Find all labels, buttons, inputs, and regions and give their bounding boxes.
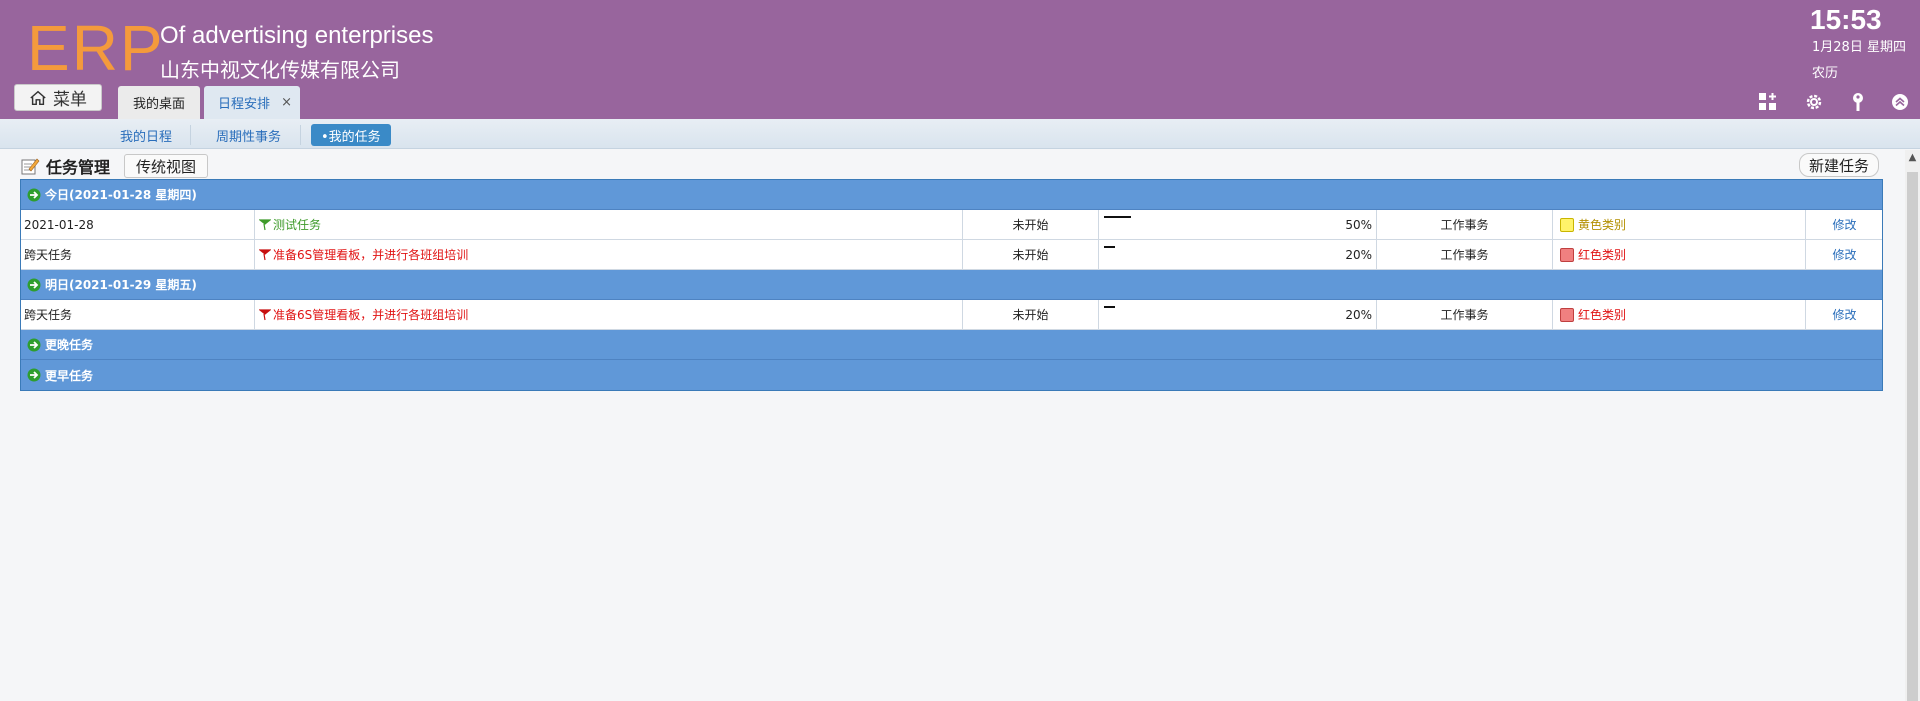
progress-bar [1104, 246, 1115, 248]
scrollbar-thumb[interactable] [1907, 172, 1918, 701]
tab-label: 日程安排 [218, 97, 271, 112]
task-category-cell: 黄色类别 [1553, 210, 1806, 239]
sub-navigation: 我的日程 周期性事务 •我的任务 [0, 119, 1920, 149]
task-progress-text: 20% [1345, 307, 1372, 322]
app-header: ERP Of advertising enterprises 山东中视文化传媒有… [0, 0, 1920, 119]
close-icon[interactable]: × [281, 95, 292, 110]
arrow-right-icon [27, 338, 41, 351]
grid-add-icon[interactable] [1756, 90, 1780, 114]
menu-button[interactable]: 菜单 [14, 84, 102, 111]
task-name[interactable]: 准备6S管理看板，并进行各班组培训 [273, 246, 468, 263]
task-type: 工作事务 [1377, 210, 1553, 239]
edit-link-cell: 修改 [1806, 240, 1883, 269]
vertical-scrollbar[interactable]: ▲ [1905, 150, 1920, 701]
gear-icon[interactable] [1802, 90, 1826, 114]
subnav-my-schedule[interactable]: 我的日程 [120, 124, 172, 146]
date-display: 1月28日 星期四 [1812, 40, 1906, 55]
separator [190, 125, 191, 145]
lunar-calendar[interactable]: 农历 [1812, 62, 1838, 81]
app-logo: ERP [27, 12, 165, 84]
subnav-my-tasks[interactable]: •我的任务 [311, 124, 391, 146]
task-name-cell[interactable]: 准备6S管理看板，并进行各班组培训 [255, 300, 963, 329]
group-header-later[interactable]: 更晚任务 [21, 330, 1882, 360]
arrow-right-icon [27, 188, 41, 201]
category-color-swatch [1560, 307, 1574, 322]
edit-link-cell: 修改 [1806, 210, 1883, 239]
tab-schedule[interactable]: 日程安排 × [204, 86, 300, 119]
task-category: 红色类别 [1578, 248, 1627, 262]
category-color-swatch [1560, 247, 1574, 262]
task-date: 2021-01-28 [21, 210, 255, 239]
group-header-tomorrow[interactable]: 明日(2021-01-29 星期五) [21, 270, 1882, 300]
subnav-recurring-tasks[interactable]: 周期性事务 [216, 124, 281, 146]
edit-link[interactable]: 修改 [1832, 216, 1856, 233]
clock: 15:53 [1810, 4, 1882, 35]
main-content: 任务管理 传统视图 新建任务 今日(2021-01-28 星期四) 2021-0… [0, 150, 1905, 701]
progress-bar [1104, 306, 1115, 308]
group-label: 今日(2021-01-28 星期四) [45, 188, 197, 202]
company-name-en: Of advertising enterprises [160, 22, 434, 49]
task-name-cell[interactable]: 测试任务 [255, 210, 963, 239]
task-status: 未开始 [963, 300, 1099, 329]
group-header-today[interactable]: 今日(2021-01-28 星期四) [21, 180, 1882, 210]
task-category-cell: 红色类别 [1553, 240, 1806, 269]
task-progress-text: 20% [1345, 247, 1372, 262]
task-progress-text: 50% [1345, 217, 1372, 232]
edit-link-cell: 修改 [1806, 300, 1883, 329]
task-progress-cell: 50% [1099, 210, 1377, 239]
arrow-right-icon [27, 278, 41, 291]
page-title-row: 任务管理 传统视图 [20, 153, 209, 179]
task-status: 未开始 [963, 240, 1099, 269]
page-title: 任务管理 [46, 158, 111, 177]
task-category: 红色类别 [1578, 308, 1627, 322]
task-name-cell[interactable]: 准备6S管理看板，并进行各班组培训 [255, 240, 963, 269]
new-task-button[interactable]: 新建任务 [1799, 153, 1880, 177]
tab-my-desktop[interactable]: 我的桌面 [118, 86, 200, 119]
task-date: 跨天任务 [21, 300, 255, 329]
key-icon[interactable] [1846, 90, 1870, 114]
edit-note-icon [21, 158, 40, 175]
task-type: 工作事务 [1377, 300, 1553, 329]
table-row: 2021-01-28 测试任务 未开始 50% 工作事务 黄色类别 修改 [21, 210, 1882, 240]
task-type: 工作事务 [1377, 240, 1553, 269]
traditional-view-button[interactable]: 传统视图 [124, 154, 209, 178]
task-status: 未开始 [963, 210, 1099, 239]
task-name[interactable]: 准备6S管理看板，并进行各班组培训 [273, 306, 468, 323]
company-name-cn: 山东中视文化传媒有限公司 [160, 58, 400, 82]
menu-button-label: 菜单 [53, 90, 87, 110]
flag-icon [259, 218, 271, 230]
task-progress-cell: 20% [1099, 240, 1377, 269]
group-header-earlier[interactable]: 更早任务 [21, 360, 1882, 390]
group-label: 更晚任务 [45, 338, 94, 352]
collapse-up-icon[interactable] [1888, 90, 1912, 114]
flag-icon [259, 308, 271, 320]
table-row: 跨天任务 准备6S管理看板，并进行各班组培训 未开始 20% 工作事务 红色类别… [21, 300, 1882, 330]
task-category-cell: 红色类别 [1553, 300, 1806, 329]
separator [300, 125, 301, 145]
edit-link[interactable]: 修改 [1832, 246, 1856, 263]
group-label: 明日(2021-01-29 星期五) [45, 278, 197, 292]
progress-bar [1104, 216, 1131, 218]
arrow-right-icon [27, 368, 41, 382]
group-label: 更早任务 [45, 368, 94, 383]
task-name[interactable]: 测试任务 [273, 216, 321, 233]
task-progress-cell: 20% [1099, 300, 1377, 329]
home-icon [30, 90, 46, 105]
table-row: 跨天任务 准备6S管理看板，并进行各班组培训 未开始 20% 工作事务 红色类别… [21, 240, 1882, 270]
category-color-swatch [1560, 217, 1574, 232]
task-date: 跨天任务 [21, 240, 255, 269]
scroll-up-icon[interactable]: ▲ [1905, 150, 1920, 165]
flag-icon [259, 248, 271, 260]
edit-link[interactable]: 修改 [1832, 306, 1856, 323]
task-category: 黄色类别 [1578, 218, 1627, 232]
tab-label: 我的桌面 [132, 97, 185, 112]
task-list: 今日(2021-01-28 星期四) 2021-01-28 测试任务 未开始 5… [20, 179, 1883, 391]
